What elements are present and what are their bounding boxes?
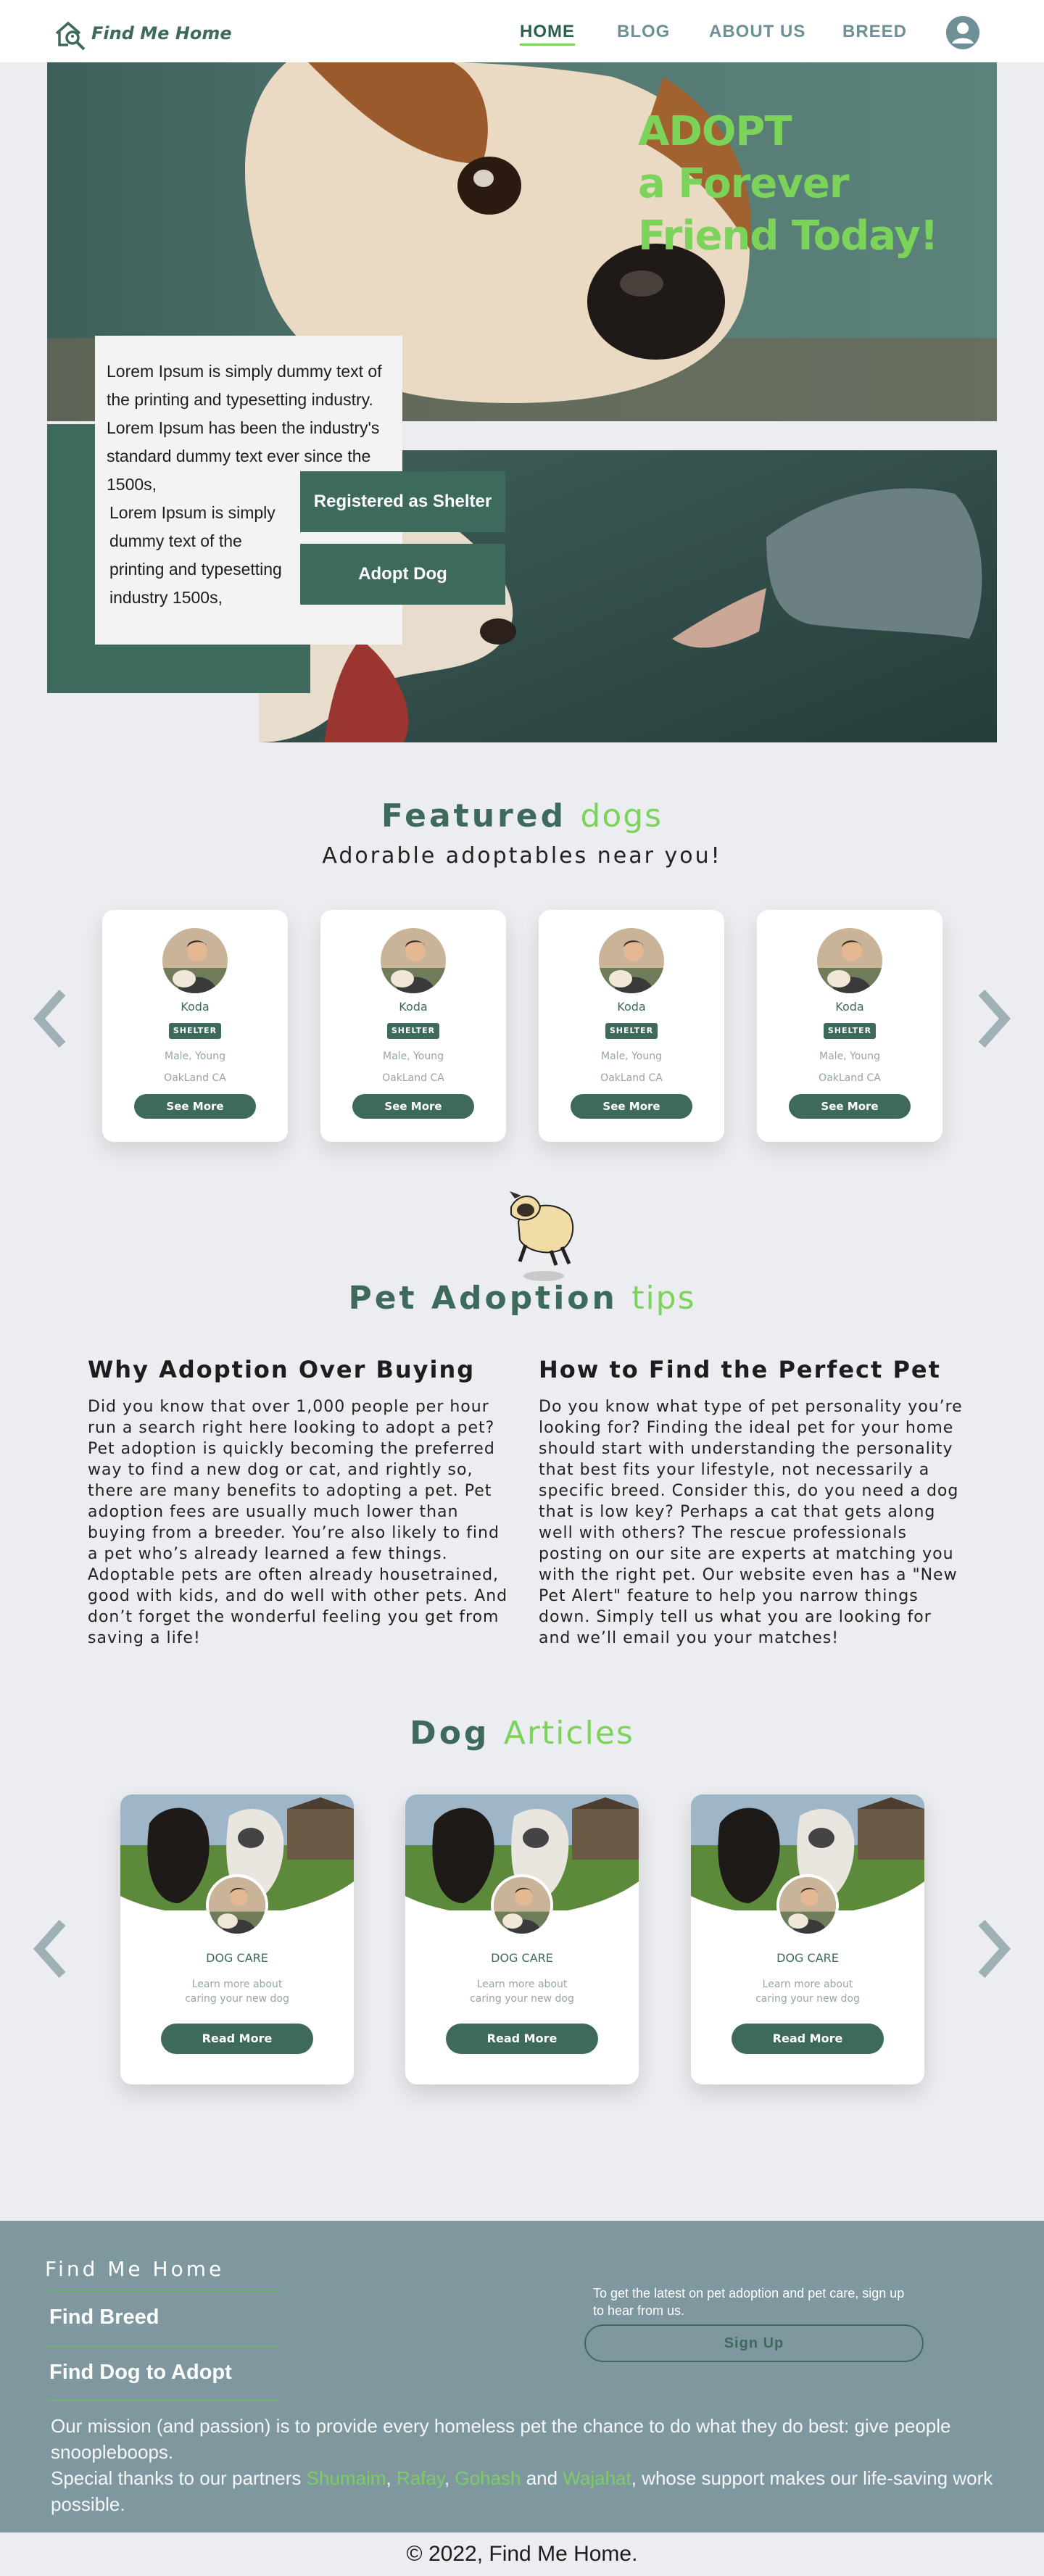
article-description: Learn more about caring your new dog bbox=[470, 1979, 574, 2005]
author-avatar bbox=[776, 1874, 839, 1937]
see-more-button[interactable]: See More bbox=[789, 1094, 911, 1119]
article-card[interactable]: DOG CARE Learn more about caring your ne… bbox=[691, 1794, 924, 2084]
dog-avatar bbox=[817, 928, 882, 993]
author-avatar bbox=[491, 1874, 553, 1937]
articles-title-accent: Articles bbox=[503, 1715, 634, 1752]
article-category: DOG CARE bbox=[206, 1951, 268, 1965]
find-perfect-pet-text: Do you know what type of pet personality… bbox=[539, 1398, 963, 1647]
article-category: DOG CARE bbox=[491, 1951, 553, 1965]
articles-next-arrow-icon[interactable] bbox=[973, 1920, 1014, 1978]
article-description: Learn more about caring your new dog bbox=[185, 1979, 289, 2005]
dog-meta: Male, Young bbox=[819, 1051, 880, 1062]
shelter-badge: SHELTER bbox=[387, 1023, 439, 1039]
article-category: DOG CARE bbox=[776, 1951, 839, 1965]
hero-title-line2: a Forever bbox=[638, 160, 849, 207]
dog-meta: Male, Young bbox=[601, 1051, 662, 1062]
copyright: © 2022, Find Me Home. bbox=[0, 2532, 1044, 2576]
dog-name: Koda bbox=[399, 1000, 428, 1014]
dog-location: OakLand CA bbox=[819, 1072, 881, 1084]
featured-subtitle: Adorable adoptables near you! bbox=[322, 843, 722, 869]
dog-location: OakLand CA bbox=[164, 1072, 226, 1084]
footer-divider bbox=[48, 2400, 280, 2401]
footer-mission: Our mission (and passion) is to provide … bbox=[51, 2415, 993, 2515]
find-perfect-pet-heading: How to Find the Perfect Pet bbox=[539, 1356, 941, 1383]
dog-card[interactable]: Koda SHELTER Male, Young OakLand CA See … bbox=[102, 910, 288, 1142]
dog-card[interactable]: Koda SHELTER Male, Young OakLand CA See … bbox=[539, 910, 724, 1142]
hero-title-line3: Friend Today! bbox=[638, 212, 938, 260]
footer-brand: Find Me Home bbox=[45, 2257, 225, 2281]
hero-intro-text-2: Lorem Ipsum is simply dummy text of the … bbox=[109, 503, 282, 607]
house-search-logo-icon[interactable] bbox=[52, 17, 90, 54]
thanks-prefix: Special thanks to our partners bbox=[51, 2467, 302, 2489]
dog-avatar bbox=[162, 928, 228, 993]
partner-link[interactable]: Shumaim bbox=[307, 2467, 386, 2489]
partner-link[interactable]: Wajahat bbox=[563, 2467, 631, 2489]
nav-about-us[interactable]: ABOUT US bbox=[709, 22, 805, 42]
mission-text: Our mission (and passion) is to provide … bbox=[51, 2415, 951, 2463]
see-more-button[interactable]: See More bbox=[571, 1094, 692, 1119]
logo-text[interactable]: Find Me Home bbox=[91, 23, 232, 44]
registered-as-shelter-button[interactable]: Registered as Shelter bbox=[300, 471, 505, 532]
adopt-dog-button[interactable]: Adopt Dog bbox=[300, 544, 505, 605]
dog-articles-heading: Dog Articles bbox=[0, 1715, 1044, 1752]
partner-link[interactable]: Gohash bbox=[455, 2467, 521, 2489]
featured-title: Featured bbox=[381, 798, 567, 834]
dog-location: OakLand CA bbox=[382, 1072, 444, 1084]
footer-divider bbox=[48, 2290, 280, 2292]
nav-active-underline bbox=[520, 44, 575, 46]
nav-home[interactable]: HOME bbox=[520, 22, 575, 42]
nav-blog[interactable]: BLOG bbox=[617, 22, 670, 42]
newsletter-text: To get the latest on pet adoption and pe… bbox=[593, 2286, 905, 2318]
nav-breed[interactable]: BREED bbox=[842, 22, 907, 42]
dog-name: Koda bbox=[181, 1000, 210, 1014]
dog-avatar bbox=[381, 928, 446, 993]
articles-title: Dog bbox=[410, 1715, 490, 1752]
site-header: Find Me Home HOME BLOG ABOUT US BREED bbox=[0, 0, 1044, 62]
featured-title-accent: dogs bbox=[580, 798, 663, 834]
sign-up-button[interactable]: Sign Up bbox=[584, 2324, 924, 2362]
partner-link[interactable]: Rafay bbox=[397, 2467, 444, 2489]
shelter-badge: SHELTER bbox=[824, 1023, 876, 1039]
article-card[interactable]: DOG CARE Learn more about caring your ne… bbox=[405, 1794, 639, 2084]
tips-title: Pet Adoption bbox=[348, 1280, 618, 1317]
user-avatar-icon[interactable] bbox=[946, 16, 979, 49]
featured-next-arrow-icon[interactable] bbox=[973, 990, 1014, 1048]
featured-dogs-heading: Featured dogs bbox=[0, 798, 1044, 834]
shelter-badge: SHELTER bbox=[169, 1023, 221, 1039]
dog-card[interactable]: Koda SHELTER Male, Young OakLand CA See … bbox=[757, 910, 942, 1142]
dog-avatar bbox=[599, 928, 664, 993]
hero-title-line1: ADOPT bbox=[638, 108, 792, 155]
hero-title: ADOPT a Forever Friend Today! bbox=[638, 106, 938, 262]
read-more-button[interactable]: Read More bbox=[732, 2024, 884, 2054]
see-more-button[interactable]: See More bbox=[352, 1094, 474, 1119]
read-more-button[interactable]: Read More bbox=[161, 2024, 313, 2054]
footer-divider bbox=[48, 2345, 280, 2347]
running-pug-icon bbox=[510, 1191, 574, 1281]
footer-find-breed-link[interactable]: Find Breed bbox=[49, 2306, 159, 2329]
pet-adoption-tips-heading: Pet Adoption tips bbox=[0, 1280, 1044, 1317]
see-more-button[interactable]: See More bbox=[134, 1094, 256, 1119]
site-footer: Find Me Home Find Breed Find Dog to Adop… bbox=[0, 2221, 1044, 2532]
shelter-badge: SHELTER bbox=[605, 1023, 658, 1039]
read-more-button[interactable]: Read More bbox=[446, 2024, 598, 2054]
dog-name: Koda bbox=[835, 1000, 864, 1014]
author-avatar bbox=[206, 1874, 268, 1937]
dog-meta: Male, Young bbox=[165, 1051, 225, 1062]
article-description: Learn more about caring your new dog bbox=[755, 1979, 860, 2005]
articles-prev-arrow-icon[interactable] bbox=[30, 1920, 71, 1978]
dog-meta: Male, Young bbox=[383, 1051, 444, 1062]
featured-prev-arrow-icon[interactable] bbox=[30, 990, 71, 1048]
why-adoption-text: Did you know that over 1,000 people per … bbox=[88, 1398, 508, 1647]
dog-card[interactable]: Koda SHELTER Male, Young OakLand CA See … bbox=[320, 910, 506, 1142]
dog-name: Koda bbox=[617, 1000, 646, 1014]
why-adoption-heading: Why Adoption Over Buying bbox=[88, 1356, 476, 1383]
dog-location: OakLand CA bbox=[600, 1072, 663, 1084]
tips-title-accent: tips bbox=[631, 1280, 696, 1317]
article-card[interactable]: DOG CARE Learn more about caring your ne… bbox=[120, 1794, 354, 2084]
footer-find-dog-link[interactable]: Find Dog to Adopt bbox=[49, 2361, 232, 2385]
